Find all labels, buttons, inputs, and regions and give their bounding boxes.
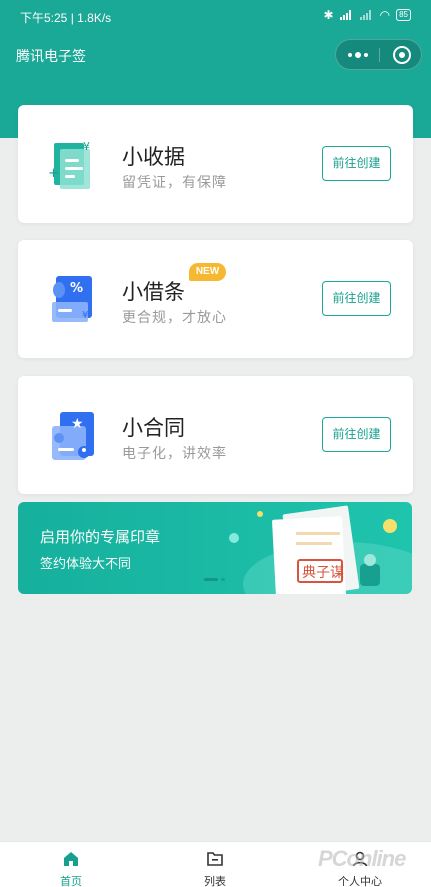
new-badge: NEW [189,263,226,281]
more-menu-icon[interactable] [348,52,368,58]
capsule-divider [379,48,380,62]
status-time: 下午5:25 | 1.8K/s [20,11,112,25]
svg-text:★: ★ [71,416,84,432]
banner-title: 启用你的专属印章 [40,529,161,546]
card-title: 小合同 [122,417,185,440]
svg-text:¥: ¥ [83,140,90,153]
status-icons: ✱ ◠ 85 [324,8,411,22]
signal-icon [339,10,354,20]
watermark: PConline [318,846,406,871]
close-miniapp-icon[interactable] [393,46,411,64]
signal-2-icon [359,10,374,20]
seal-text: 典子谋 [302,565,344,581]
folder-icon [207,852,223,866]
contract-icon: ★ [52,412,94,460]
status-bar: 下午5:25 | 1.8K/s ✱ ◠ 85 [0,0,431,32]
battery-icon: 85 [396,9,411,21]
card-subtitle: 留凭证，有保障 [122,174,227,190]
card-title: 小收据 [122,146,185,169]
tab-label: 个人中心 [338,876,382,887]
card-title: 小借条 [122,281,185,304]
tab-label: 首页 [60,876,82,887]
card-subtitle: 更合规，才放心 [122,309,227,325]
bluetooth-icon: ✱ [323,8,334,22]
home-icon [64,852,78,866]
banner-subtitle: 签约体验大不同 [40,556,132,571]
contract-card[interactable]: ★ 小合同 电子化，讲效率 前往创建 [18,376,413,494]
svg-text:%: % [70,281,83,296]
card-subtitle: 电子化，讲效率 [122,445,227,461]
loan-note-icon: % ¥ [52,276,92,322]
create-loan-note-button[interactable]: 前往创建 [322,281,391,316]
seal-promo-banner[interactable]: 典子谋 启用你的专属印章 签约体验大不同 [18,502,412,594]
create-contract-button[interactable]: 前往创建 [322,417,391,452]
tab-list[interactable]: 列表 [165,842,265,887]
loan-note-card[interactable]: % ¥ 小借条 NEW 更合规，才放心 前往创建 [18,240,413,358]
app-title: 腾讯电子签 [16,48,86,64]
seal-illustration: 典子谋 [204,505,412,594]
svg-text:+: + [48,166,59,181]
miniapp-capsule [335,39,422,70]
receipt-icon: ¥ + [48,140,90,189]
create-receipt-button[interactable]: 前往创建 [322,146,391,181]
receipt-card[interactable]: ¥ + 小收据 留凭证，有保障 前往创建 [18,105,413,223]
tab-home[interactable]: 首页 [21,842,121,887]
tab-label: 列表 [204,876,226,887]
wifi-icon: ◠ [379,8,391,22]
svg-text:¥: ¥ [82,310,88,321]
